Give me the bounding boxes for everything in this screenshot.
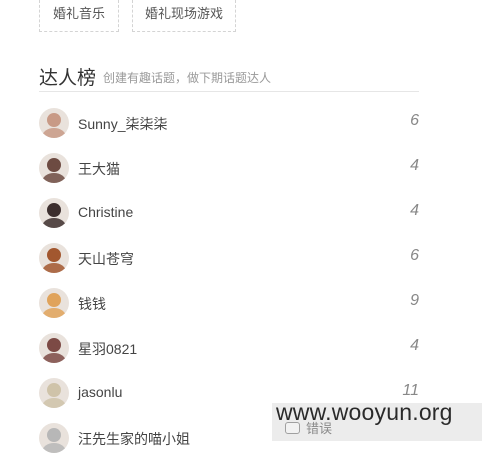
leaderboard-header: 达人榜 创建有趣话题，做下期话题达人 (39, 60, 419, 92)
topic-count: 11 (402, 382, 419, 399)
user-avatar[interactable] (39, 378, 69, 408)
leaderboard-subtitle: 创建有趣话题，做下期话题达人 (103, 71, 272, 85)
user-name[interactable]: jasonlu (78, 384, 122, 400)
topic-count: 4 (410, 202, 419, 219)
topic-count: 6 (410, 112, 419, 129)
user-avatar[interactable] (39, 288, 69, 318)
user-name[interactable]: 王大猫 (78, 159, 120, 179)
leader-row[interactable]: Sunny_柒柒柒 6 (39, 105, 419, 141)
topic-count: 9 (410, 292, 419, 309)
user-name[interactable]: 钱钱 (78, 294, 106, 314)
leader-row[interactable]: 钱钱 9 (39, 285, 419, 321)
leader-row[interactable]: 星羽0821 4 (39, 330, 419, 366)
user-avatar[interactable] (39, 153, 69, 183)
user-avatar[interactable] (39, 198, 69, 228)
user-avatar[interactable] (39, 108, 69, 138)
user-name[interactable]: 星羽0821 (78, 339, 137, 359)
user-name[interactable]: 天山苍穹 (78, 249, 134, 269)
user-avatar[interactable] (39, 423, 69, 453)
user-avatar[interactable] (39, 333, 69, 363)
report-error-button[interactable]: 错误 (285, 418, 332, 437)
tag-wedding-games[interactable]: 婚礼现场游戏 (132, 0, 236, 32)
leader-row[interactable]: 天山苍穹 6 (39, 240, 419, 276)
leaderboard-title: 达人榜 (39, 68, 97, 89)
tag-wedding-music[interactable]: 婚礼音乐 (39, 0, 119, 32)
topic-count: 4 (410, 157, 419, 174)
user-name[interactable]: Sunny_柒柒柒 (78, 114, 167, 134)
report-error-label: 错误 (306, 421, 333, 436)
user-avatar[interactable] (39, 243, 69, 273)
topic-count: 6 (410, 247, 419, 264)
topic-count: 4 (410, 337, 419, 354)
comment-icon (285, 422, 300, 434)
user-name[interactable]: 汪先生家的喵小姐 (78, 429, 190, 449)
leader-row[interactable]: Christine 4 (39, 195, 419, 231)
leader-row[interactable]: 王大猫 4 (39, 150, 419, 186)
user-name[interactable]: Christine (78, 204, 133, 220)
